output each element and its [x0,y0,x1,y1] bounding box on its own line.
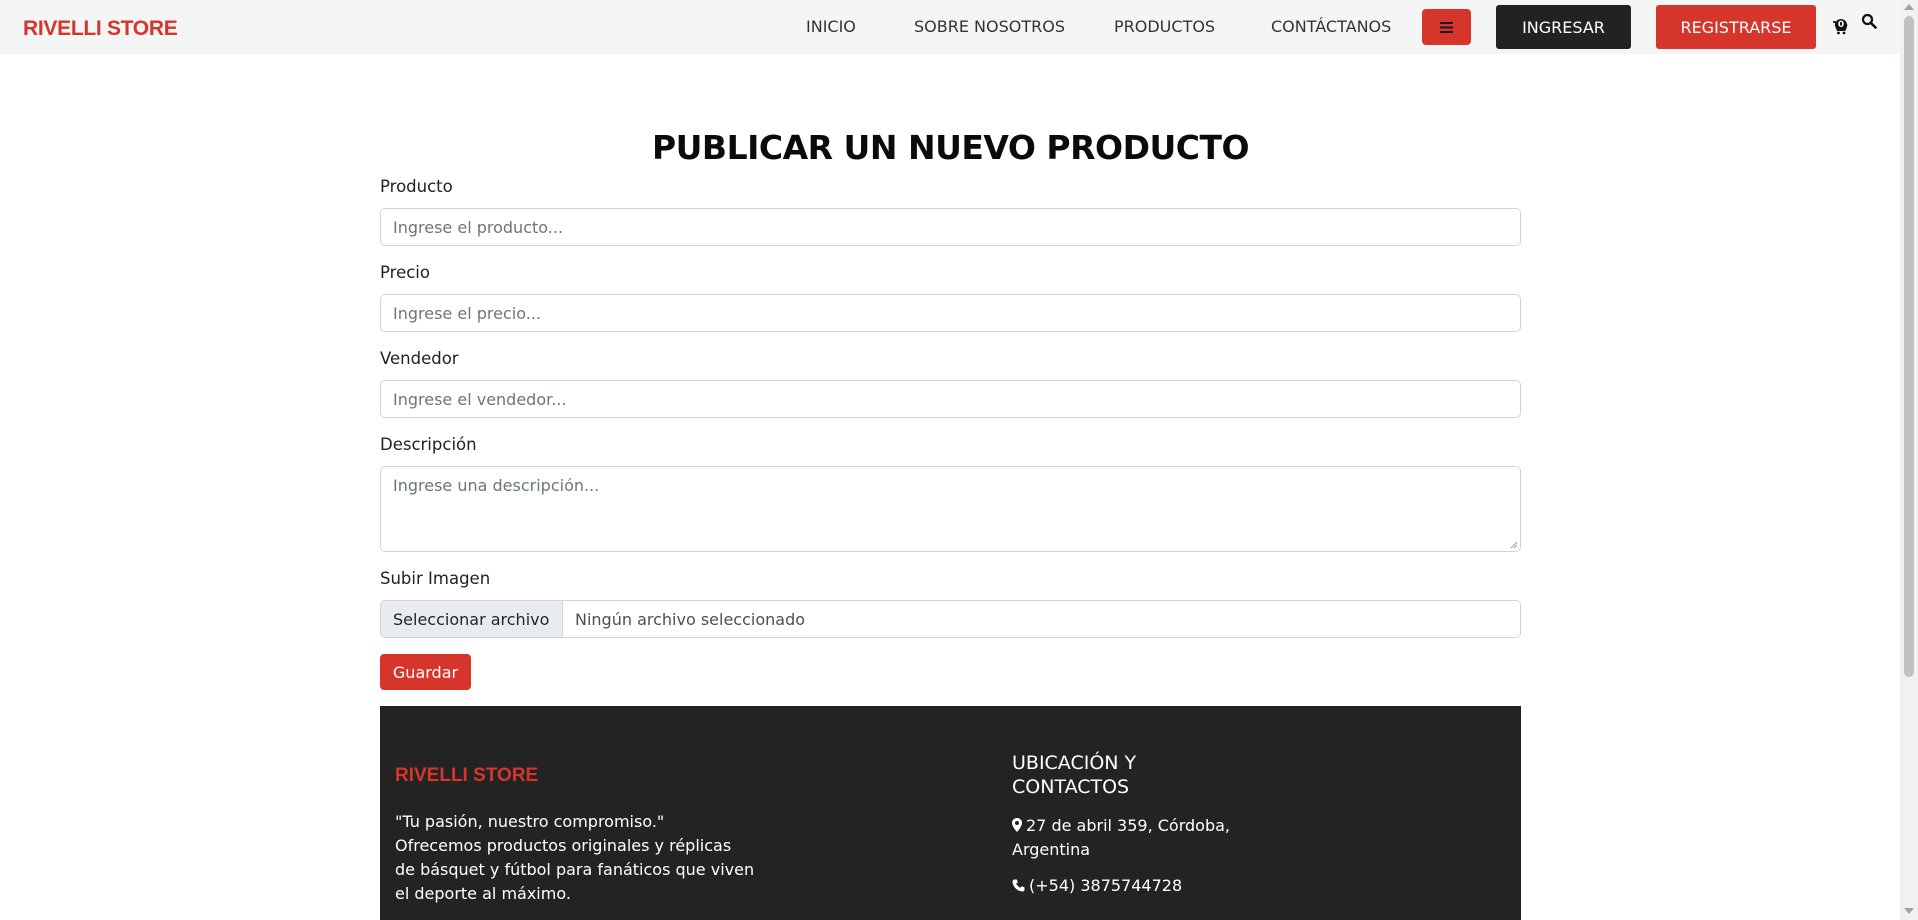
product-label: Producto [380,177,453,196]
page-title: PUBLICAR UN NUEVO PRODUCTO [651,128,1250,167]
save-button[interactable]: Guardar [380,654,471,690]
product-input[interactable]: Ingrese el producto... [380,208,1521,246]
description-placeholder: Ingrese una descripción... [393,476,600,495]
login-button[interactable]: INGRESAR [1496,5,1631,49]
image-file-input[interactable]: Seleccionar archivo Ningún archivo selec… [380,600,1521,638]
register-button[interactable]: REGISTRARSE [1656,5,1816,49]
footer-brand: RIVELLI STORE [395,765,539,786]
price-input[interactable]: Ingrese el precio... [380,294,1521,332]
phone-icon [1012,879,1025,892]
navbar: RIVELLI STORE INICIO SOBRE NOSOTROS PROD… [0,0,1900,54]
scrollbar-thumb[interactable] [1904,16,1914,677]
price-label: Precio [380,263,430,282]
description-textarea[interactable]: Ingrese una descripción... [380,466,1521,552]
image-label: Subir Imagen [380,569,491,588]
phone-text: (+54) 3875744728 [1029,876,1183,895]
address-text: 27 de abril 359, Córdoba, Argentina [1012,816,1231,859]
file-status-text: Ningún archivo seleccionado [575,609,806,629]
scroll-up-icon[interactable] [1904,4,1914,10]
nav-link-contactanos[interactable]: CONTÁCTANOS [1271,17,1391,36]
seller-label: Vendedor [380,349,459,368]
scroll-down-icon[interactable] [1904,908,1914,914]
nav-link-sobre-nosotros[interactable]: SOBRE NOSOTROS [914,17,1065,36]
menu-icon [1440,21,1453,33]
choose-file-button[interactable]: Seleccionar archivo [381,601,563,637]
footer-description: "Tu pasión, nuestro compromiso." Ofrecem… [395,812,755,903]
map-marker-icon [1012,818,1022,832]
search-icon[interactable] [1861,13,1877,29]
resize-grip-icon[interactable] [1510,541,1518,549]
footer-contact-heading: UBICACIÓN Y CONTACTOS [1012,752,1137,798]
brand-logo[interactable]: RIVELLI STORE [23,17,178,41]
description-label: Descripción [380,435,477,454]
footer-address: 27 de abril 359, Córdoba, Argentina [1012,814,1242,862]
seller-input[interactable]: Ingrese el vendedor... [380,380,1521,418]
cart-count-badge: 0 [1835,19,1847,31]
menu-button[interactable] [1422,9,1471,45]
nav-link-productos[interactable]: PRODUCTOS [1114,17,1215,36]
footer-phone: (+54) 3875744728 [1012,876,1182,895]
nav-link-inicio[interactable]: INICIO [806,17,856,36]
